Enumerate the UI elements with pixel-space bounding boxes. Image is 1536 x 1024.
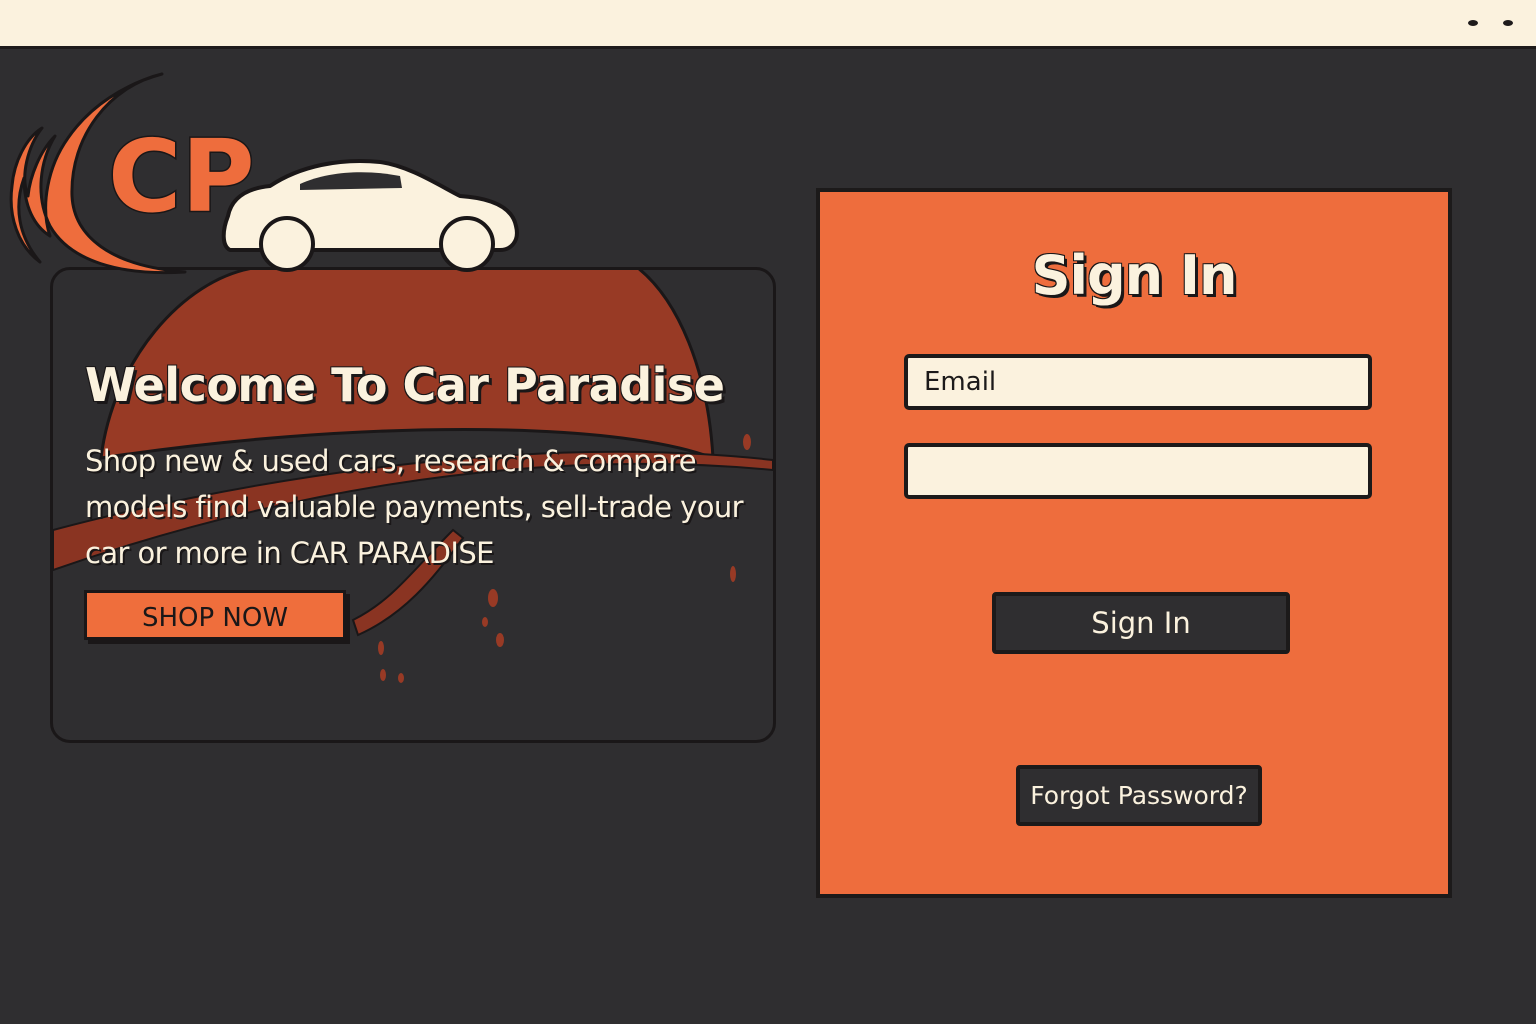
sign-in-title: Sign In [1031, 244, 1238, 307]
sign-in-panel: Sign In Sign In Forgot Password? [816, 188, 1452, 898]
sign-in-button[interactable]: Sign In [992, 592, 1290, 654]
forgot-password-button[interactable]: Forgot Password? [1016, 765, 1262, 826]
hero-title: Welcome To Car Paradise [85, 358, 725, 412]
hero-card: Welcome To Car Paradise Shop new & used … [50, 267, 776, 743]
window-control-dot[interactable] [1503, 20, 1513, 26]
car-paradise-logo[interactable]: CP [0, 66, 530, 286]
password-field[interactable] [904, 443, 1372, 499]
window-control-dot[interactable] [1468, 20, 1478, 26]
top-bar [0, 0, 1536, 49]
shop-now-button[interactable]: SHOP NOW [84, 590, 346, 640]
hero-description: Shop new & used cars, research & compare… [85, 444, 744, 570]
email-field[interactable] [904, 354, 1372, 410]
